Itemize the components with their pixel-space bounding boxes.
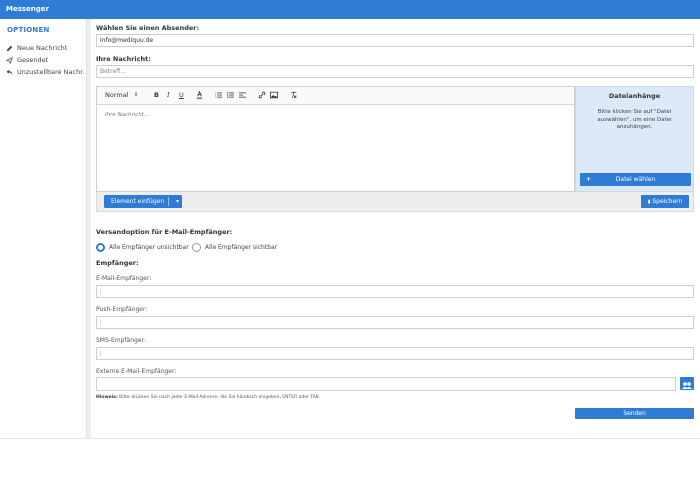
- save-label: Speichern: [652, 198, 683, 205]
- image-icon[interactable]: [270, 91, 278, 99]
- radio-label: Alle Empfänger sichtbar: [205, 244, 278, 251]
- underline-button[interactable]: U: [179, 91, 184, 99]
- radio-all-invisible[interactable]: Alle Empfänger unsichtbar: [96, 243, 189, 252]
- push-recipients-input[interactable]: |: [96, 316, 694, 329]
- editor-action-bar: Element einfügen ▾ ▮ Speichern: [96, 192, 694, 212]
- sidebar-item-label: Gesendet: [17, 56, 49, 64]
- radio-all-visible[interactable]: Alle Empfänger sichtbar: [192, 243, 277, 252]
- choose-file-button[interactable]: + Datei wählen: [580, 173, 691, 186]
- link-icon[interactable]: [258, 91, 266, 99]
- bold-button[interactable]: B: [154, 91, 159, 99]
- pencil-icon: [6, 45, 13, 51]
- insert-element-label: Element einfügen: [111, 198, 165, 205]
- sender-label: Wählen Sie einen Absender:: [96, 24, 200, 32]
- sidebar-item-new-message[interactable]: Neue Nachricht: [6, 44, 67, 52]
- app-title-bar: Messenger: [0, 0, 700, 19]
- shipping-label: Versandoption für E-Mail-Empfänger:: [96, 228, 233, 236]
- sidebar-item-undeliverable[interactable]: Unzustellbare Nachr.: [6, 68, 84, 76]
- message-label: Ihre Nachricht:: [96, 55, 151, 63]
- external-recipients-label: Externe E-Mail-Empfänger:: [96, 368, 177, 375]
- attachments-panel: Dateianhänge Bitte klicken Sie auf "Date…: [575, 86, 694, 192]
- message-editor[interactable]: Normal ⇕ B I U 123 Ihre Nachricht...: [96, 86, 575, 192]
- address-book-button[interactable]: [680, 377, 694, 390]
- insert-element-button[interactable]: Element einfügen ▾: [104, 195, 182, 208]
- sms-recipients-input[interactable]: |: [96, 347, 694, 360]
- clear-format-icon[interactable]: [290, 91, 297, 99]
- external-recipients-input[interactable]: [96, 377, 676, 391]
- email-recipients-label: E-Mail-Empfänger:: [96, 275, 152, 282]
- editor-toolbar: Normal ⇕ B I U 123: [97, 87, 574, 105]
- svg-text:3: 3: [215, 97, 217, 99]
- attachments-text: Bitte klicken Sie auf "Datei auswählen",…: [597, 109, 672, 130]
- text-color-icon[interactable]: [196, 91, 203, 99]
- hint-text: Hinweis: Bitte drücken Sie nach jeder E-…: [96, 395, 320, 400]
- radio-dot-selected[interactable]: [96, 243, 105, 252]
- hint-bold: Hinweis:: [96, 395, 118, 400]
- bullet-list-icon[interactable]: [227, 91, 234, 99]
- save-button[interactable]: ▮ Speichern: [641, 195, 689, 208]
- sms-recipients-label: SMS-Empfänger:: [96, 337, 146, 344]
- editor-placeholder: Ihre Nachricht...: [105, 112, 150, 118]
- chevron-down-icon[interactable]: ▾: [176, 195, 179, 208]
- send-icon: [6, 56, 13, 64]
- sidebar-item-sent[interactable]: Gesendet: [6, 56, 48, 64]
- italic-button[interactable]: I: [167, 91, 170, 99]
- app-title: Messenger: [6, 5, 49, 13]
- radio-label: Alle Empfänger unsichtbar: [109, 244, 189, 251]
- document-icon: ▮: [647, 199, 651, 205]
- subject-input[interactable]: Betreff...: [96, 65, 694, 78]
- ordered-list-icon[interactable]: 123: [215, 91, 222, 99]
- sidebar-item-label: Neue Nachricht: [17, 44, 68, 52]
- select-arrows-icon: ⇕: [134, 92, 139, 98]
- sender-select[interactable]: info@mediquu.de: [96, 34, 694, 47]
- footer-divider: [0, 438, 700, 439]
- email-recipients-input[interactable]: |: [96, 285, 694, 298]
- plus-icon: +: [586, 176, 592, 183]
- sidebar-divider: [87, 19, 91, 439]
- sidebar-title: OPTIONEN: [7, 26, 50, 34]
- recipients-label: Empfänger:: [96, 259, 139, 267]
- sidebar: OPTIONEN Neue Nachricht Gesendet Unzuste…: [0, 19, 87, 439]
- push-recipients-label: Push-Empfänger:: [96, 306, 148, 313]
- sidebar-item-label: Unzustellbare Nachr.: [17, 68, 85, 76]
- reply-icon: [6, 69, 13, 75]
- hint-body: Bitte drücken Sie nach jeder E-Mail-Adre…: [117, 395, 321, 400]
- align-icon[interactable]: [239, 91, 246, 99]
- attachments-title: Dateianhänge: [608, 92, 661, 100]
- send-button[interactable]: Senden: [575, 408, 694, 419]
- radio-dot[interactable]: [192, 243, 201, 252]
- format-select[interactable]: Normal: [105, 91, 129, 99]
- choose-file-label: Datei wählen: [615, 176, 656, 183]
- button-divider: [168, 197, 169, 206]
- users-icon: [682, 382, 692, 389]
